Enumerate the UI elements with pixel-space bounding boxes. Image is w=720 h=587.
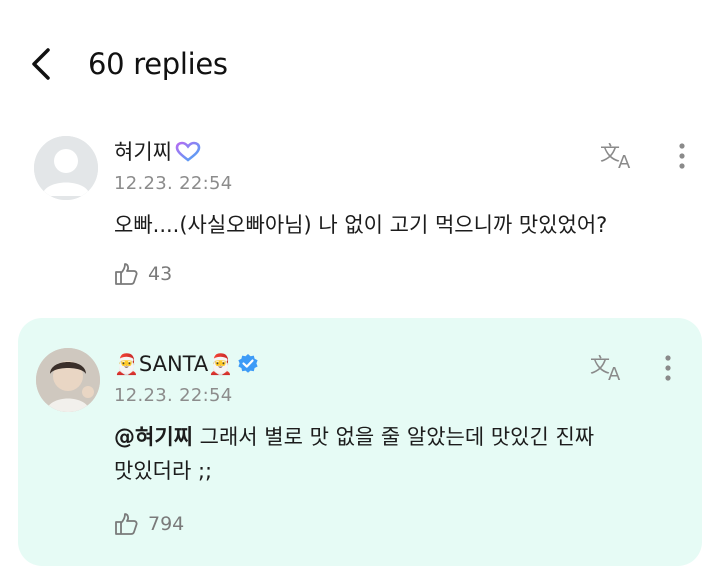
avatar[interactable]: [36, 348, 100, 412]
timestamp: 12.23. 22:54: [114, 173, 233, 194]
author-name: 혀기찌: [114, 140, 172, 164]
reply-text-line1: 그래서 별로 맛 없을 줄 알았는데 맛있긴 진짜: [192, 425, 595, 449]
like-icon: [115, 513, 138, 535]
reply-text-line2: 맛있더라 ;;: [114, 459, 213, 483]
reply-text: 오빠....(사실오빠아님) 나 없이 고기 먹으니까 맛있었어?: [114, 213, 608, 237]
translate-button[interactable]: 文 A: [588, 350, 628, 386]
default-avatar-icon: [34, 136, 98, 200]
header-bar: 60 replies: [0, 0, 720, 120]
reply-text: @혀기찌 그래서 별로 맛 없을 줄 알았는데 맛있긴 진짜 맛있더라 ;;: [114, 420, 674, 488]
like-icon: [115, 263, 138, 285]
reply-item-highlighted: 🎅 SANTA 🎅 12.23. 22:54 @혀기찌 그래서 별로 맛 없을 …: [18, 318, 702, 566]
back-button[interactable]: [26, 44, 62, 84]
like-count: 794: [148, 513, 185, 535]
santa-emoji: 🎅: [208, 352, 234, 376]
like-count: 43: [148, 263, 173, 285]
mention-link[interactable]: @혀기찌: [114, 425, 193, 449]
like-button[interactable]: 794: [112, 510, 184, 538]
like-button[interactable]: 43: [112, 260, 172, 288]
svg-text:A: A: [608, 364, 621, 385]
santa-emoji: 🎅: [114, 352, 139, 376]
profile-photo: [36, 348, 100, 412]
more-options-button[interactable]: [672, 136, 692, 176]
chevron-left-icon: [32, 48, 50, 80]
author-name-row[interactable]: 혀기찌: [114, 138, 202, 166]
author-name: SANTA: [138, 352, 209, 376]
more-vertical-icon: [665, 355, 671, 381]
more-vertical-icon: [679, 143, 685, 169]
svg-text:A: A: [618, 152, 631, 173]
author-name-row[interactable]: 🎅 SANTA 🎅: [114, 350, 259, 378]
avatar[interactable]: [34, 136, 98, 200]
timestamp: 12.23. 22:54: [114, 385, 233, 406]
reply-item: 혀기찌 12.23. 22:54 오빠....(사실오빠아님) 나 없이 고기 …: [18, 120, 702, 300]
translate-icon: 文 A: [590, 353, 621, 385]
svg-text:文: 文: [590, 353, 610, 377]
heart-ring-badge-icon: [175, 141, 201, 162]
translate-icon: 文 A: [600, 141, 631, 173]
verified-badge-icon: [238, 354, 258, 373]
more-options-button[interactable]: [658, 348, 678, 388]
page-title: 60 replies: [88, 47, 228, 81]
translate-button[interactable]: 文 A: [598, 138, 638, 174]
svg-text:文: 文: [600, 141, 620, 165]
